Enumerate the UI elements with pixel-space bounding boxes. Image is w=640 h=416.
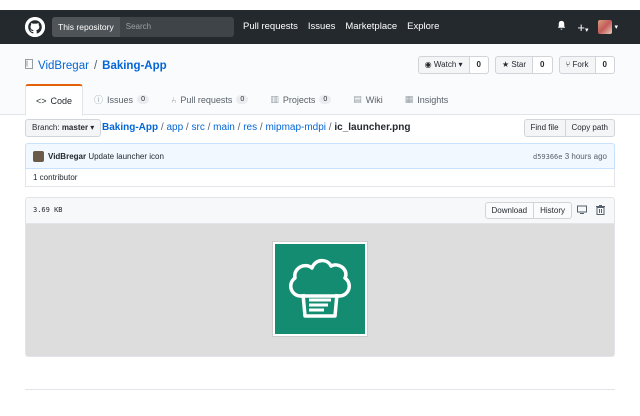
plus-icon[interactable]: +▾: [577, 21, 588, 34]
pull-request-icon: ⑃: [170, 94, 177, 105]
star-count[interactable]: 0: [533, 56, 553, 74]
tab-insights[interactable]: ▦ Insights: [394, 84, 460, 115]
eye-icon: ◉: [424, 60, 432, 69]
book-icon: ▤: [353, 94, 362, 104]
tab-projects-count: 0: [319, 95, 332, 104]
tab-issues-count: 0: [137, 95, 149, 104]
repo-header: VidBregar / Baking-App ◉ Watch ▾ 0 ★ Sta…: [0, 44, 640, 116]
breadcrumb-repo-link[interactable]: Baking-App: [102, 122, 158, 133]
commit-tease: VidBregar Update launcher icon d59366e 3…: [25, 143, 615, 169]
branch-select-button[interactable]: Branch: master ▾: [25, 119, 102, 137]
image-preview: [272, 241, 368, 337]
repo-actions: ◉ Watch ▾ 0 ★ Star 0 ⑂ Fork 0: [417, 56, 615, 74]
tab-wiki-label: Wiki: [365, 94, 383, 105]
repo-tabs: <> Code ⓘ Issues 0 ⑃ Pull requests 0 ▥ P…: [25, 84, 460, 116]
breadcrumb-res-link[interactable]: res: [243, 122, 257, 133]
search-box[interactable]: This repository Search: [52, 17, 234, 37]
tab-code[interactable]: <> Code: [25, 84, 84, 116]
global-nav: Pull requests Issues Marketplace Explore: [243, 10, 439, 44]
fork-icon: ⑂: [565, 60, 571, 69]
nav-issues[interactable]: Issues: [308, 10, 335, 44]
file-nav-buttons: Find file Copy path: [523, 119, 615, 137]
star-group: ★ Star 0: [494, 56, 553, 74]
commit-author-avatar[interactable]: [33, 151, 44, 162]
fork-group: ⑂ Fork 0: [558, 56, 615, 74]
breadcrumb-app-link[interactable]: app: [166, 122, 183, 133]
search-scope-label: This repository: [52, 17, 120, 37]
commit-summary: VidBregar Update launcher icon: [48, 152, 164, 161]
desktop-icon[interactable]: [577, 205, 587, 218]
copy-path-button[interactable]: Copy path: [565, 119, 615, 137]
commit-sha-link[interactable]: d59366e: [533, 153, 563, 161]
breadcrumb-mipmap-link[interactable]: mipmap-mdpi: [265, 122, 326, 133]
avatar[interactable]: ▾: [598, 20, 618, 34]
footer-divider: [25, 389, 615, 390]
tab-projects[interactable]: ▥ Projects 0: [259, 84, 342, 115]
tab-wiki[interactable]: ▤ Wiki: [342, 84, 394, 115]
find-file-button[interactable]: Find file: [523, 119, 566, 137]
file-header: 3.69 KB Download History: [26, 198, 614, 224]
code-icon: <>: [36, 95, 47, 106]
tab-pull-requests[interactable]: ⑃ Pull requests 0: [160, 84, 259, 115]
file-size: 3.69 KB: [33, 206, 63, 214]
watch-group: ◉ Watch ▾ 0: [417, 56, 489, 74]
repo-icon: [25, 59, 33, 72]
download-button[interactable]: Download: [484, 202, 535, 219]
commit-message-link[interactable]: Update launcher icon: [88, 152, 164, 161]
star-icon: ★: [501, 60, 510, 69]
watch-button[interactable]: ◉ Watch ▾: [417, 56, 470, 74]
breadcrumb-file-name: ic_launcher.png: [334, 122, 411, 133]
repo-title: VidBregar / Baking-App: [25, 59, 167, 72]
commit-author-link[interactable]: VidBregar: [48, 152, 86, 161]
tab-pull-requests-label: Pull requests: [180, 94, 233, 105]
github-logo-icon[interactable]: [25, 17, 45, 37]
tab-issues[interactable]: ⓘ Issues 0: [83, 84, 160, 115]
fork-button[interactable]: ⑂ Fork: [558, 56, 596, 74]
watch-button-label: Watch: [433, 60, 457, 69]
header-right: +▾ ▾: [556, 10, 618, 44]
nav-explore[interactable]: Explore: [407, 10, 439, 44]
trash-icon[interactable]: [596, 205, 605, 218]
tab-insights-label: Insights: [417, 94, 449, 105]
repo-name-link[interactable]: Baking-App: [102, 60, 167, 72]
fork-button-label: Fork: [572, 60, 589, 69]
branch-prefix: Branch:: [32, 123, 60, 132]
repo-title-separator: /: [93, 59, 98, 72]
project-icon: ▥: [270, 94, 279, 104]
breadcrumb: Baking-App / app / src / main / res / mi…: [102, 122, 411, 133]
commit-meta: d59366e 3 hours ago: [533, 152, 607, 161]
star-button[interactable]: ★ Star: [494, 56, 534, 74]
commit-time: 3 hours ago: [564, 152, 607, 161]
chef-hat-app-icon: [275, 244, 365, 334]
breadcrumb-main-link[interactable]: main: [213, 122, 235, 133]
file-header-buttons: Download History: [484, 202, 572, 219]
watch-count[interactable]: 0: [469, 56, 489, 74]
branch-name: master: [61, 123, 89, 132]
global-header: This repository Search Pull requests Iss…: [0, 10, 640, 44]
tab-issues-label: Issues: [107, 94, 134, 105]
star-button-label: Star: [511, 60, 527, 69]
bell-icon[interactable]: [556, 20, 567, 34]
repo-owner-link[interactable]: VidBregar: [38, 60, 89, 72]
tab-pull-requests-count: 0: [236, 95, 249, 104]
search-input[interactable]: Search: [120, 17, 151, 37]
tab-code-label: Code: [50, 95, 73, 106]
nav-pull-requests[interactable]: Pull requests: [243, 10, 298, 44]
breadcrumb-src-link[interactable]: src: [191, 122, 204, 133]
file-viewer: 3.69 KB Download History: [25, 197, 615, 357]
tab-projects-label: Projects: [282, 94, 316, 105]
history-button[interactable]: History: [534, 202, 572, 219]
graph-icon: ▦: [404, 94, 414, 104]
nav-marketplace[interactable]: Marketplace: [345, 10, 397, 44]
contributors-link[interactable]: 1 contributor: [25, 169, 615, 187]
fork-count[interactable]: 0: [595, 56, 615, 74]
image-preview-area: [26, 224, 614, 356]
issue-icon: ⓘ: [94, 95, 104, 105]
